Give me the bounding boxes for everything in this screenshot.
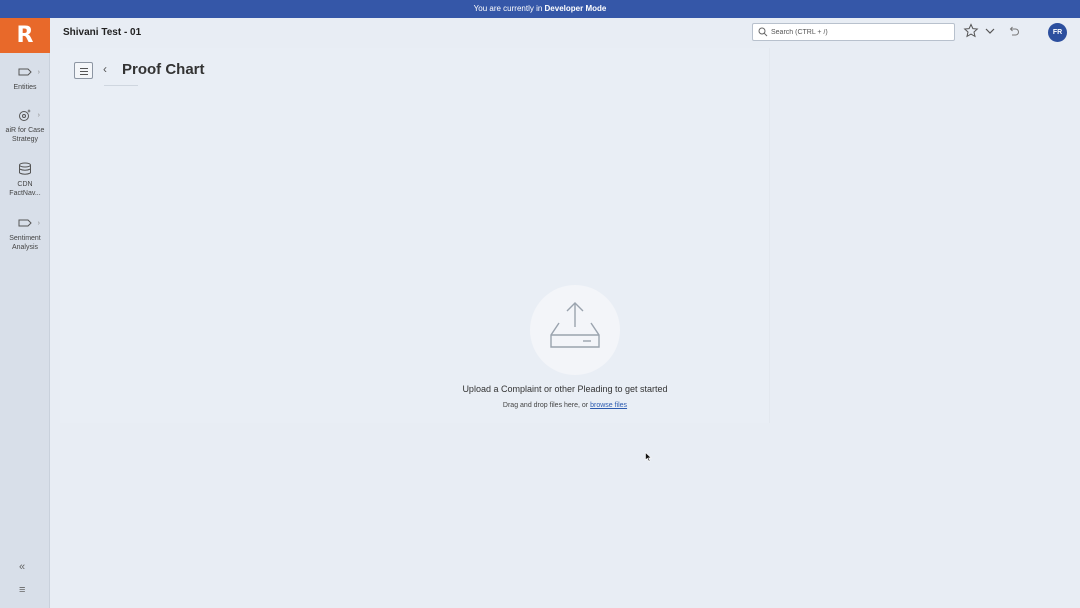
logo-letter: R bbox=[16, 23, 34, 48]
search-input[interactable] bbox=[771, 26, 951, 39]
chevron-right-icon: › bbox=[37, 69, 40, 76]
sidebar-item-label: CDN FactNav... bbox=[9, 181, 41, 197]
upload-heading: Upload a Complaint or other Pleading to … bbox=[462, 384, 668, 394]
search-box[interactable] bbox=[752, 23, 955, 41]
developer-mode-banner: You are currently in Developer Mode bbox=[0, 0, 1080, 18]
chevron-right-icon: › bbox=[37, 112, 40, 119]
proof-chart-panel: ‹ Proof Chart bbox=[60, 48, 770, 423]
sidebar-item-label: aiR for Case Strategy bbox=[5, 127, 45, 143]
star-icon[interactable] bbox=[963, 23, 979, 39]
upload-tray-icon bbox=[550, 302, 600, 348]
mouse-cursor-icon bbox=[645, 452, 652, 462]
sidebar: R › Entities › aiR for Case Strategy CDN… bbox=[0, 18, 50, 608]
banner-prefix: You are currently in bbox=[473, 4, 545, 13]
title-divider bbox=[104, 85, 138, 86]
main-content: ‹ Proof Chart Upload a Complaint or othe… bbox=[50, 48, 1080, 608]
undo-icon[interactable] bbox=[1008, 25, 1020, 37]
page-title: Proof Chart bbox=[122, 61, 205, 78]
tag-icon bbox=[18, 219, 32, 227]
search-icon bbox=[758, 27, 768, 37]
sidebar-item-sentiment-analysis[interactable]: › Sentiment Analysis bbox=[0, 216, 50, 252]
sidebar-item-entities[interactable]: › Entities bbox=[0, 65, 50, 92]
sidebar-item-air-case-strategy[interactable]: › aiR for Case Strategy bbox=[0, 108, 50, 144]
upload-drop-zone[interactable] bbox=[530, 285, 620, 375]
ai-gear-icon bbox=[19, 109, 31, 121]
sidebar-item-cdn-factnav[interactable]: CDN FactNav... bbox=[0, 162, 50, 198]
sidebar-item-label: Sentiment Analysis bbox=[9, 235, 41, 251]
list-toggle-button[interactable] bbox=[74, 62, 93, 79]
back-button[interactable]: ‹ bbox=[103, 62, 107, 76]
user-avatar[interactable]: FR bbox=[1048, 23, 1067, 42]
chevron-down-icon[interactable] bbox=[984, 26, 996, 36]
top-bar: Shivani Test - 01 FR bbox=[50, 18, 1080, 48]
sidebar-item-label: Entities bbox=[13, 84, 37, 91]
upload-sub-text: Drag and drop files here, or bbox=[502, 402, 591, 409]
chevron-right-icon: › bbox=[37, 220, 40, 227]
browse-files-link[interactable]: browse files bbox=[590, 402, 627, 409]
banner-mode: Developer Mode bbox=[544, 4, 607, 13]
database-icon bbox=[19, 162, 31, 175]
tag-icon bbox=[18, 68, 32, 76]
menu-icon[interactable]: ≡ bbox=[19, 584, 25, 596]
app-logo[interactable]: R bbox=[0, 18, 50, 53]
upload-instructions: Drag and drop files here, or browse file… bbox=[415, 402, 715, 409]
collapse-sidebar-icon[interactable]: « bbox=[19, 561, 25, 573]
project-title: Shivani Test - 01 bbox=[63, 27, 142, 38]
